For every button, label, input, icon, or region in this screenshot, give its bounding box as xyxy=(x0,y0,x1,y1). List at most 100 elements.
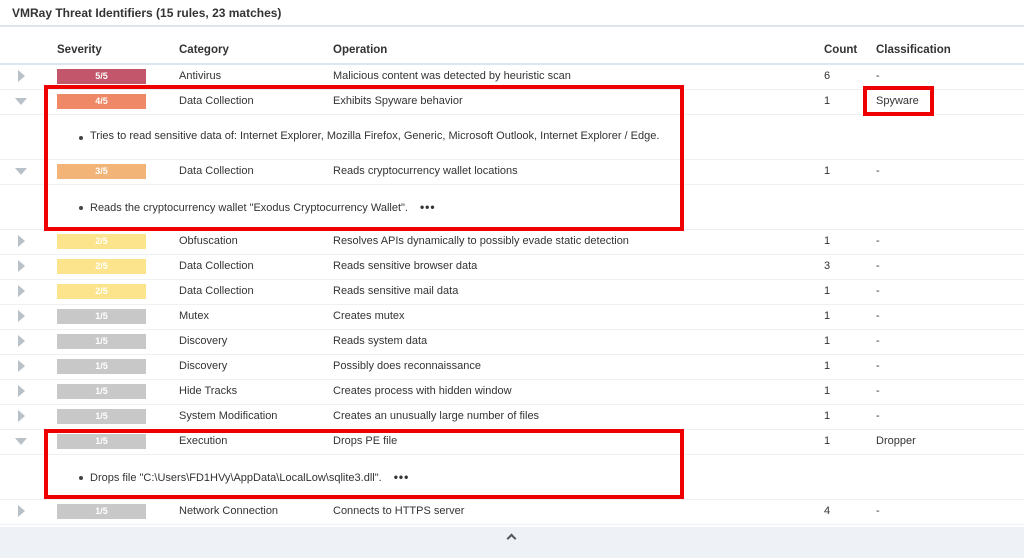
operation-cell: Drops PE file xyxy=(333,435,398,447)
bullet-icon xyxy=(79,136,83,140)
detail-item: Tries to read sensitive data of: Interne… xyxy=(90,130,659,142)
category-cell: Obfuscation xyxy=(179,235,238,247)
count-cell: 1 xyxy=(824,435,831,447)
row-detail: Reads the cryptocurrency wallet "Exodus … xyxy=(0,184,1024,230)
classification-cell: - xyxy=(876,165,880,177)
header-operation[interactable]: Operation xyxy=(333,44,387,56)
triangle-down-icon[interactable] xyxy=(14,434,28,448)
triangle-right-icon[interactable] xyxy=(14,334,28,348)
triangle-right-icon[interactable] xyxy=(14,284,28,298)
table-row[interactable]: 2/5 Data Collection Reads sensitive mail d… xyxy=(0,279,1024,305)
count-cell: 1 xyxy=(824,95,831,107)
operation-cell: Possibly does reconnaissance xyxy=(333,360,481,372)
detail-text: Reads the cryptocurrency wallet "Exodus … xyxy=(90,202,408,214)
severity-badge: 2/5 xyxy=(57,284,146,299)
category-cell: Data Collection xyxy=(179,285,254,297)
operation-cell: Creates process with hidden window xyxy=(333,385,512,397)
classification-cell: - xyxy=(876,285,880,297)
chevron-up-icon[interactable] xyxy=(503,531,521,545)
category-cell: Antivirus xyxy=(179,70,222,82)
table-row[interactable]: 1/5 Discovery Possibly does reconnaissance… xyxy=(0,354,1024,380)
table-row[interactable]: 5/5 Antivirus Malicious content was detect… xyxy=(0,64,1024,90)
table-row[interactable]: 1/5 Discovery Reads system data 1 - xyxy=(0,329,1024,355)
row-detail: Tries to read sensitive data of: Interne… xyxy=(0,114,1024,160)
header-severity[interactable]: Severity xyxy=(57,44,102,56)
operation-cell: Reads sensitive mail data xyxy=(333,285,459,297)
detail-item: Reads the cryptocurrency wallet "Exodus … xyxy=(90,200,436,214)
classification-cell: - xyxy=(876,310,880,322)
category-cell: Data Collection xyxy=(179,95,254,107)
header-category[interactable]: Category xyxy=(179,44,229,56)
table-row[interactable]: 1/5 Execution Drops PE file 1 Dropper xyxy=(0,429,1024,455)
panel-title-bar: VMRay Threat Identifiers (15 rules, 23 m… xyxy=(0,0,1024,27)
count-cell: 4 xyxy=(824,505,831,517)
category-cell: Execution xyxy=(179,435,228,447)
count-cell: 3 xyxy=(824,260,831,272)
bullet-icon xyxy=(79,476,83,480)
triangle-right-icon[interactable] xyxy=(14,359,28,373)
severity-badge: 2/5 xyxy=(57,234,146,249)
header-count[interactable]: Count xyxy=(824,44,857,56)
severity-badge: 1/5 xyxy=(57,309,146,324)
operation-cell: Creates mutex xyxy=(333,310,405,322)
table-row[interactable]: 1/5 System Modification Creates an unusual… xyxy=(0,404,1024,430)
operation-cell: Connects to HTTPS server xyxy=(333,505,465,517)
triangle-down-icon[interactable] xyxy=(14,164,28,178)
more-button[interactable]: ••• xyxy=(394,470,410,484)
triangle-down-icon[interactable] xyxy=(14,94,28,108)
panel-title: VMRay Threat Identifiers (15 rules, 23 m… xyxy=(12,6,282,20)
count-cell: 1 xyxy=(824,410,831,422)
severity-badge: 1/5 xyxy=(57,334,146,349)
table-row[interactable]: 2/5 Data Collection Reads sensitive browse… xyxy=(0,254,1024,280)
triangle-right-icon[interactable] xyxy=(14,384,28,398)
classification-cell: Dropper xyxy=(876,435,916,447)
triangle-right-icon[interactable] xyxy=(14,504,28,518)
classification-cell: - xyxy=(876,505,880,517)
table-header: Severity Category Operation Count Classi… xyxy=(0,41,1024,65)
triangle-right-icon[interactable] xyxy=(14,309,28,323)
triangle-right-icon[interactable] xyxy=(14,69,28,83)
detail-text: Drops file "C:\Users\FD1HVy\AppData\Loca… xyxy=(90,472,382,484)
triangle-right-icon[interactable] xyxy=(14,259,28,273)
detail-text: Tries to read sensitive data of: Interne… xyxy=(90,130,660,142)
count-cell: 1 xyxy=(824,385,831,397)
table-row[interactable]: 1/5 Mutex Creates mutex 1 - xyxy=(0,304,1024,330)
count-cell: 1 xyxy=(824,235,831,247)
table-row[interactable]: 2/5 Obfuscation Resolves APIs dynamically … xyxy=(0,229,1024,255)
category-cell: Discovery xyxy=(179,360,228,372)
category-cell: Discovery xyxy=(179,335,228,347)
severity-badge: 2/5 xyxy=(57,259,146,274)
operation-cell: Creates an unusually large number of fil… xyxy=(333,410,540,422)
triangle-right-icon[interactable] xyxy=(14,409,28,423)
count-cell: 1 xyxy=(824,360,831,372)
category-cell: Data Collection xyxy=(179,165,254,177)
severity-badge: 1/5 xyxy=(57,384,146,399)
classification-cell: - xyxy=(876,385,880,397)
severity-badge: 4/5 xyxy=(57,94,146,109)
operation-cell: Exhibits Spyware behavior xyxy=(333,95,463,107)
more-button[interactable]: ••• xyxy=(420,200,436,214)
count-cell: 1 xyxy=(824,310,831,322)
triangle-right-icon[interactable] xyxy=(14,234,28,248)
header-classification[interactable]: Classification xyxy=(876,44,951,56)
operation-cell: Reads system data xyxy=(333,335,428,347)
count-cell: 1 xyxy=(824,285,831,297)
classification-cell: - xyxy=(876,260,880,272)
classification-cell: - xyxy=(876,235,880,247)
severity-badge: 1/5 xyxy=(57,504,146,519)
severity-badge: 5/5 xyxy=(57,69,146,84)
table-row[interactable]: 4/5 Data Collection Exhibits Spyware behav… xyxy=(0,89,1024,115)
table-footer xyxy=(0,527,1024,558)
count-cell: 1 xyxy=(824,165,831,177)
severity-badge: 1/5 xyxy=(57,434,146,449)
table-row[interactable]: 1/5 Hide Tracks Creates process with hidde… xyxy=(0,379,1024,405)
category-cell: System Modification xyxy=(179,410,278,422)
severity-badge: 1/5 xyxy=(57,409,146,424)
table-row[interactable]: 3/5 Data Collection Reads cryptocurrency w… xyxy=(0,159,1024,185)
category-cell: Data Collection xyxy=(179,260,254,272)
table-row[interactable]: 1/5 Network Connection Connects to HTTPS s… xyxy=(0,499,1024,525)
count-cell: 1 xyxy=(824,335,831,347)
operation-cell: Reads cryptocurrency wallet locations xyxy=(333,165,518,177)
severity-badge: 3/5 xyxy=(57,164,146,179)
operation-cell: Reads sensitive browser data xyxy=(333,260,478,272)
